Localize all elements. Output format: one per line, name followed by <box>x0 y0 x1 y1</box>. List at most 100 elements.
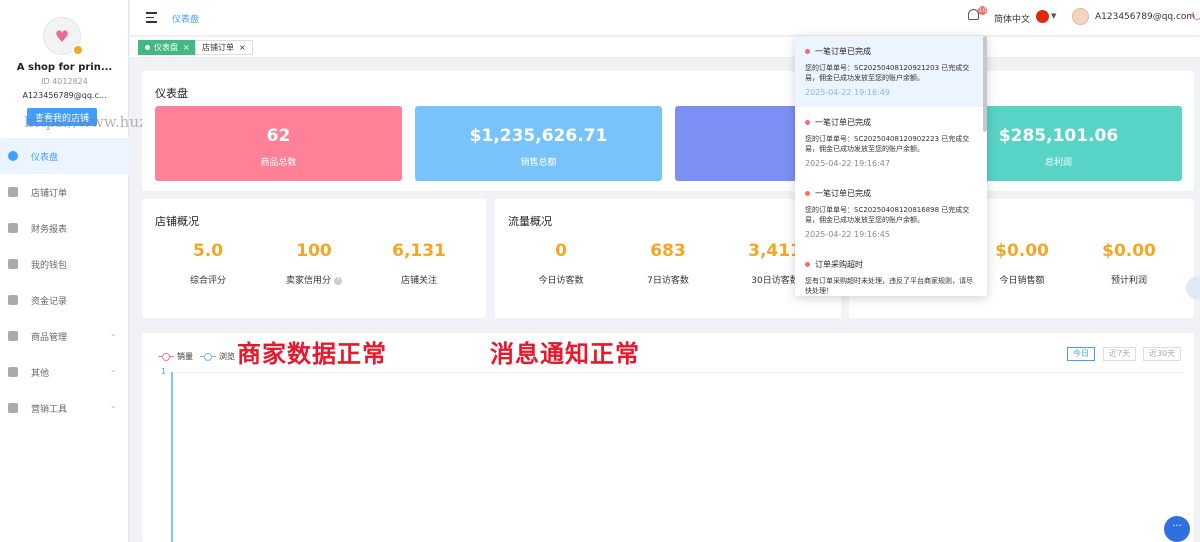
sidebar-menu: 仪表盘 店铺订单 财务报表 我的钱包 资金记录 商品管理 ⌄ 其他 ⌄ 营销工具… <box>0 138 129 426</box>
section-title: 流量概况 <box>508 215 552 228</box>
chevron-down-icon: ⌄ <box>109 365 117 375</box>
overview-label: 店铺关注 <box>400 276 437 286</box>
sidebar-item-label: 其他 <box>31 368 50 379</box>
help-icon[interactable]: ? <box>333 276 342 285</box>
overview-rating: 5.0 综合评分 <box>153 241 263 286</box>
dashboard-card: 仪表盘 62 商品总数 $1,235,626.71 销售总额 5 总 $285,… <box>142 71 1194 191</box>
tab-label: 仪表盘 <box>154 43 178 52</box>
legend-label: 销量 <box>177 352 193 361</box>
notification-item[interactable]: 一笔订单已完成 您的订单单号：SC20250408120921203 已完成交易… <box>795 36 983 107</box>
sidebar-item-orders[interactable]: 店铺订单 <box>0 174 129 210</box>
chart-icon <box>8 403 18 413</box>
logout-icon[interactable] <box>1192 10 1200 20</box>
stat-label: 商品总数 <box>260 158 297 168</box>
legend-marker-icon <box>158 352 174 361</box>
goods-icon <box>8 331 18 341</box>
top-bar: 仪表盘 10 简体中文 ▼ A123456789@qq.com <box>130 0 1200 36</box>
close-icon[interactable]: × <box>239 43 246 52</box>
sidebar-item-dashboard[interactable]: 仪表盘 <box>0 138 129 174</box>
shop-overview-card: 店铺概况 5.0 综合评分 100 卖家信用分 ? 6,131 店铺关注 <box>142 199 486 318</box>
verified-badge-icon <box>72 44 84 56</box>
sidebar-item-label: 营销工具 <box>31 404 68 415</box>
notification-item[interactable]: 一笔订单已完成 您的订单单号：SC20250408120816898 已完成交易… <box>795 178 983 249</box>
unread-dot-icon <box>805 120 810 125</box>
sidebar-item-wallet[interactable]: 我的钱包 <box>0 246 129 282</box>
overview-label: 预计利润 <box>1110 276 1147 286</box>
range-30d-button[interactable]: 近30天 <box>1143 347 1182 361</box>
range-7d-button[interactable]: 近7天 <box>1103 347 1137 361</box>
watermark-notifications: 消息通知正常 <box>490 340 640 368</box>
caret-down-icon[interactable]: ▼ <box>1051 12 1056 20</box>
overview-label: 卖家信用分 <box>286 276 332 286</box>
shop-name: A shop for prin... <box>16 62 113 73</box>
menu-toggle-icon[interactable] <box>146 12 157 23</box>
stat-value: 62 <box>266 126 291 146</box>
chat-icon[interactable] <box>1164 516 1190 542</box>
notification-count-badge: 10 <box>978 6 987 15</box>
tab-shop-orders[interactable]: 店铺订单 × <box>195 40 253 55</box>
overview-label: 7日访客数 <box>647 276 689 286</box>
stat-label: 销售总额 <box>520 158 557 168</box>
chevron-down-icon: ⌄ <box>109 401 117 411</box>
legend-views[interactable]: 浏览 <box>200 351 235 362</box>
overview-value: 683 <box>650 241 686 261</box>
overview-today-visitors: 0 今日访客数 <box>506 241 616 286</box>
shop-logo: ♥ <box>43 17 84 56</box>
avatar[interactable] <box>1072 8 1089 25</box>
overview-value: 100 <box>296 241 332 261</box>
sidebar-item-finance[interactable]: 财务报表 <box>0 210 129 246</box>
grid-icon <box>8 367 18 377</box>
heart-icon: ♥ <box>54 26 70 46</box>
sidebar-item-label: 我的钱包 <box>31 260 68 271</box>
scrollbar[interactable] <box>983 36 987 132</box>
order-icon <box>8 187 18 197</box>
sidebar-item-records[interactable]: 资金记录 <box>0 282 129 318</box>
stat-total-goods[interactable]: 62 商品总数 <box>155 106 402 181</box>
overview-credit: 100 卖家信用分 ? <box>259 241 369 286</box>
sidebar-item-other[interactable]: 其他 ⌄ <box>0 354 129 390</box>
tab-bar: 仪表盘 × 店铺订单 × <box>130 37 1200 58</box>
breadcrumb[interactable]: 仪表盘 <box>172 12 199 25</box>
tab-label: 店铺订单 <box>202 43 234 52</box>
user-email[interactable]: A123456789@qq.com <box>1095 12 1195 22</box>
y-axis-line <box>171 372 173 542</box>
notification-time: 2025-04-22 19:16:45 <box>805 230 890 239</box>
traffic-overview-card: 流量概况 0 今日访客数 683 7日访客数 3,411 30日访客数 <box>495 199 841 318</box>
record-icon <box>8 295 18 305</box>
tab-dashboard[interactable]: 仪表盘 × <box>138 40 197 55</box>
legend-marker-icon <box>200 352 216 361</box>
sidebar-item-goods[interactable]: 商品管理 ⌄ <box>0 318 129 354</box>
unread-dot-icon <box>805 191 810 196</box>
range-today-button[interactable]: 今日 <box>1067 347 1095 361</box>
shop-id: ID 4012824 <box>41 77 88 86</box>
notification-title: 一笔订单已完成 <box>815 47 871 56</box>
report-icon <box>8 223 18 233</box>
section-title: 店铺概况 <box>155 215 199 228</box>
notification-item[interactable]: 一笔订单已完成 您的订单单号：SC20250408120902223 已完成交易… <box>795 107 983 178</box>
sidebar-item-label: 仪表盘 <box>31 152 59 163</box>
active-dot-icon <box>145 45 150 50</box>
page-title: 仪表盘 <box>155 87 188 100</box>
language-selector[interactable]: 简体中文 <box>994 12 1030 25</box>
overview-value: 5.0 <box>192 241 224 261</box>
notification-body: 您的订单单号：SC20250408120902223 已完成交易，佣金已成功发放… <box>805 135 970 153</box>
overview-expected-profit: $0.00 预计利润 <box>1074 241 1184 286</box>
stat-total-sales[interactable]: $1,235,626.71 销售总额 <box>415 106 662 181</box>
overview-7d-visitors: 683 7日访客数 <box>613 241 723 286</box>
overview-value: 0 <box>555 241 567 261</box>
notification-body: 您的订单单号：SC20250408120921203 已完成交易，佣金已成功发放… <box>805 64 970 82</box>
dashboard-icon <box>8 151 18 161</box>
china-flag-icon[interactable] <box>1036 10 1049 23</box>
legend-sales[interactable]: 销量 <box>158 351 193 362</box>
notification-bell-icon[interactable]: 10 <box>968 6 987 23</box>
notification-panel: 一笔订单已完成 您的订单单号：SC20250408120921203 已完成交易… <box>795 36 987 296</box>
notification-body: 您有订单采购超时未处理，违反了平台商家规则，请尽快处理！ <box>805 277 973 295</box>
overview-value: $0.00 <box>1102 241 1156 261</box>
grid-line <box>174 372 1184 373</box>
shop-email: A123456789@qq.c... <box>22 91 107 100</box>
overview-label: 今日访客数 <box>538 276 584 286</box>
sidebar-item-marketing[interactable]: 营销工具 ⌄ <box>0 390 129 426</box>
notification-time: 2025-04-22 19:16:47 <box>805 159 890 168</box>
notification-item[interactable]: 订单采购超时 您有订单采购超时未处理，违反了平台商家规则，请尽快处理！ <box>795 249 983 296</box>
close-icon[interactable]: × <box>183 43 190 52</box>
